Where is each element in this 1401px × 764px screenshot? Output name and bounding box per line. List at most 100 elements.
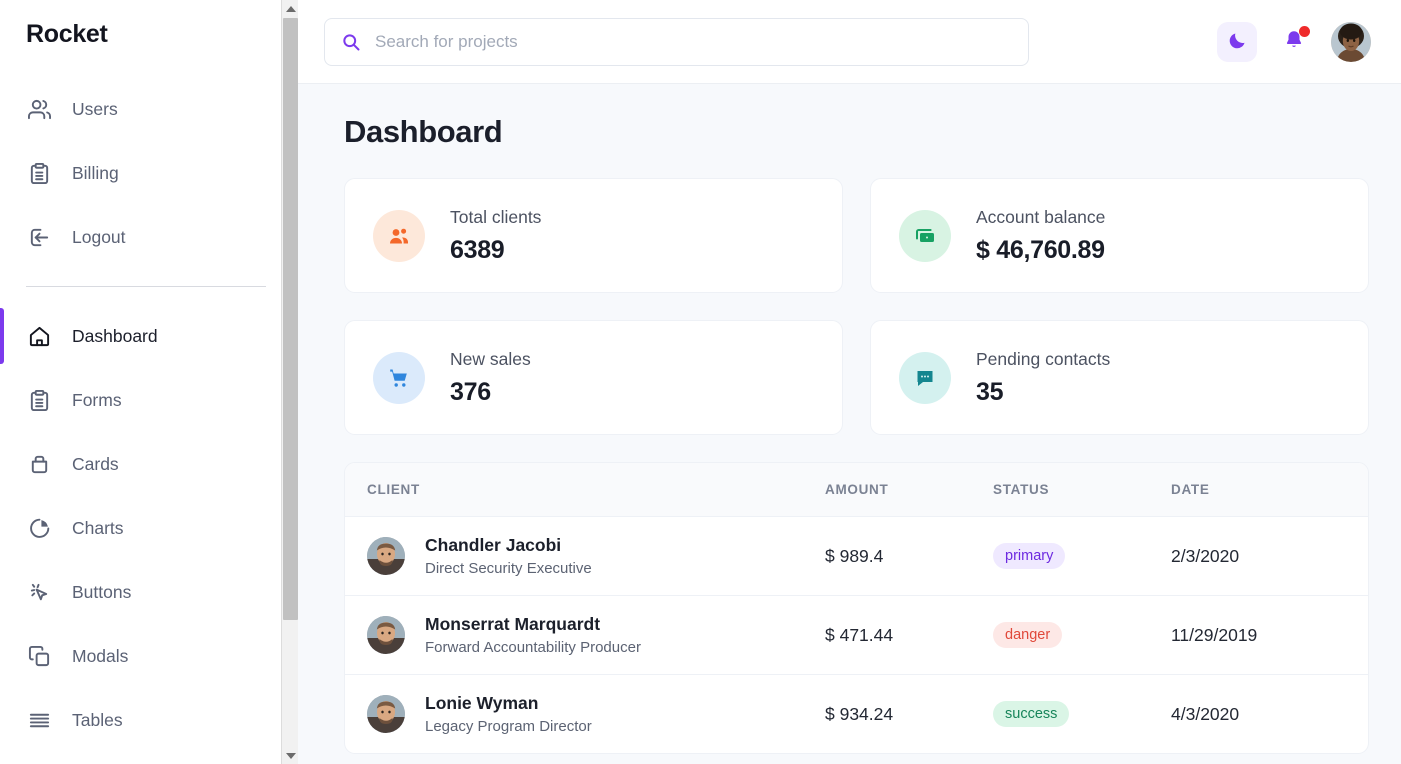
cell-amount: $ 989.4	[825, 517, 993, 596]
sidebar-item-label: Dashboard	[72, 326, 158, 347]
stats-grid: Total clients 6389 Account balance	[344, 178, 1369, 435]
status-badge: primary	[993, 543, 1065, 569]
stat-label: Pending contacts	[976, 349, 1110, 370]
status-badge: success	[993, 701, 1069, 727]
client-name: Monserrat Marquardt	[425, 614, 641, 635]
client-role: Legacy Program Director	[425, 718, 592, 735]
stat-label: Total clients	[450, 207, 541, 228]
cell-amount: $ 471.44	[825, 596, 993, 675]
stat-value: 6389	[450, 236, 541, 265]
client-avatar	[367, 537, 405, 575]
stat-card-new-sales: New sales 376	[344, 320, 843, 435]
app-root: Rocket Users	[0, 0, 1401, 764]
sidebar-item-tables[interactable]: Tables	[0, 688, 298, 752]
cart-icon	[373, 352, 425, 404]
clients-table-card: CLIENT AMOUNT STATUS DATE	[344, 462, 1369, 754]
table-head: CLIENT AMOUNT STATUS DATE	[345, 463, 1368, 517]
logout-icon	[26, 224, 52, 250]
stat-text: Pending contacts 35	[976, 349, 1110, 407]
clients-table: CLIENT AMOUNT STATUS DATE	[345, 463, 1368, 753]
sidebar-divider	[26, 286, 266, 287]
stat-value: 376	[450, 378, 531, 407]
sidebar-item-label: Logout	[72, 227, 126, 248]
moon-icon	[1227, 30, 1248, 54]
money-icon	[899, 210, 951, 262]
topbar-actions	[1217, 22, 1371, 62]
cell-date: 2/3/2020	[1171, 517, 1368, 596]
client-avatar	[367, 695, 405, 733]
stat-card-account-balance: Account balance $ 46,760.89	[870, 178, 1369, 293]
stat-card-total-clients: Total clients 6389	[344, 178, 843, 293]
cell-date: 4/3/2020	[1171, 675, 1368, 754]
scrollbar-thumb[interactable]	[283, 18, 298, 620]
page-title: Dashboard	[344, 114, 1371, 150]
users-icon	[26, 96, 52, 122]
sidebar-item-forms[interactable]: Forms	[0, 368, 298, 432]
sidebar-item-charts[interactable]: Charts	[0, 496, 298, 560]
search-icon	[341, 32, 361, 52]
table-body: Chandler Jacobi Direct Security Executiv…	[345, 517, 1368, 754]
clipboard-icon	[26, 160, 52, 186]
table-header-row: CLIENT AMOUNT STATUS DATE	[345, 463, 1368, 517]
column-header-date[interactable]: DATE	[1171, 463, 1368, 517]
sidebar-item-users[interactable]: Users	[0, 77, 298, 141]
sidebar-item-label: Users	[72, 99, 118, 120]
pie-chart-icon	[26, 515, 52, 541]
sidebar-item-dashboard[interactable]: Dashboard	[0, 304, 298, 368]
stat-text: Account balance $ 46,760.89	[976, 207, 1105, 265]
client-role: Forward Accountability Producer	[425, 639, 641, 656]
avatar[interactable]	[1331, 22, 1371, 62]
cell-client: Chandler Jacobi Direct Security Executiv…	[345, 517, 825, 596]
search-box[interactable]	[324, 18, 1029, 66]
cell-client: Monserrat Marquardt Forward Accountabili…	[345, 596, 825, 675]
sidebar-item-label: Cards	[72, 454, 119, 475]
scroll-up-arrow[interactable]	[282, 0, 298, 17]
sidebar-item-cards[interactable]: Cards	[0, 432, 298, 496]
sidebar-item-label: Billing	[72, 163, 119, 184]
sidebar-item-label: Modals	[72, 646, 128, 667]
table-row[interactable]: Chandler Jacobi Direct Security Executiv…	[345, 517, 1368, 596]
column-header-client[interactable]: CLIENT	[345, 463, 825, 517]
sidebar-item-label: Buttons	[72, 582, 131, 603]
topbar	[298, 0, 1401, 84]
stat-text: New sales 376	[450, 349, 531, 407]
stat-text: Total clients 6389	[450, 207, 541, 265]
sidebar-item-label: Charts	[72, 518, 124, 539]
status-badge: danger	[993, 622, 1062, 648]
client-name: Lonie Wyman	[425, 693, 592, 714]
search-input[interactable]	[375, 32, 1012, 52]
content-area: Dashboard Total clients 6389	[298, 84, 1401, 764]
cell-status: primary	[993, 517, 1171, 596]
sidebar-nav-top: Users Billing	[0, 77, 298, 269]
home-icon	[26, 323, 52, 349]
table-row[interactable]: Lonie Wyman Legacy Program Director $ 93…	[345, 675, 1368, 754]
users-icon	[373, 210, 425, 262]
sidebar-item-billing[interactable]: Billing	[0, 141, 298, 205]
cell-amount: $ 934.24	[825, 675, 993, 754]
client-avatar	[367, 616, 405, 654]
column-header-status[interactable]: STATUS	[993, 463, 1171, 517]
list-icon	[26, 707, 52, 733]
notifications-button[interactable]	[1279, 25, 1309, 59]
sidebar-item-label: Tables	[72, 710, 123, 731]
stat-value: $ 46,760.89	[976, 236, 1105, 265]
column-header-amount[interactable]: AMOUNT	[825, 463, 993, 517]
box-icon	[26, 451, 52, 477]
cell-status: danger	[993, 596, 1171, 675]
cell-status: success	[993, 675, 1171, 754]
stat-value: 35	[976, 378, 1110, 407]
copy-icon	[26, 643, 52, 669]
main-area: Dashboard Total clients 6389	[298, 0, 1401, 764]
sidebar-scrollbar[interactable]	[281, 0, 298, 764]
table-row[interactable]: Monserrat Marquardt Forward Accountabili…	[345, 596, 1368, 675]
sidebar-item-modals[interactable]: Modals	[0, 624, 298, 688]
sidebar-item-buttons[interactable]: Buttons	[0, 560, 298, 624]
chat-icon	[899, 352, 951, 404]
sidebar-item-logout[interactable]: Logout	[0, 205, 298, 269]
stat-label: New sales	[450, 349, 531, 370]
scroll-down-arrow[interactable]	[282, 747, 298, 764]
sidebar-nav-main: Dashboard Forms	[0, 304, 298, 752]
client-name: Chandler Jacobi	[425, 535, 592, 556]
dark-mode-toggle[interactable]	[1217, 22, 1257, 62]
stat-label: Account balance	[976, 207, 1105, 228]
